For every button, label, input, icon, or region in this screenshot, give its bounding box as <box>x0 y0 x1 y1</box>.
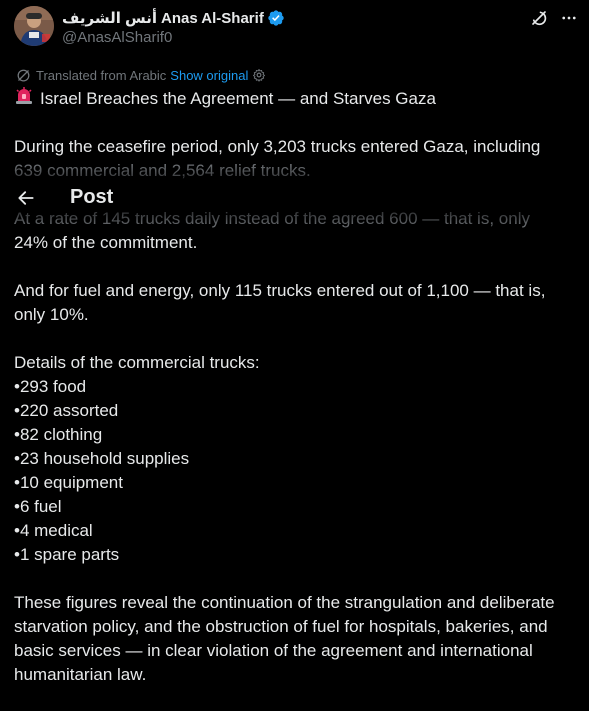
headline-text: Israel Breaches the Agreement — and Star… <box>40 89 436 108</box>
more-dots-icon[interactable] <box>559 8 579 28</box>
avatar-image <box>14 6 54 46</box>
details-heading: Details of the commercial trucks: <box>14 353 260 372</box>
list-item: •293 food <box>14 377 87 396</box>
list-item: •220 assorted <box>14 401 119 420</box>
avatar[interactable] <box>14 6 54 46</box>
gear-icon[interactable] <box>252 68 266 82</box>
grok-icon[interactable] <box>529 8 549 28</box>
translation-notice: Translated from Arabic Show original <box>16 66 266 84</box>
verified-badge-icon <box>268 10 284 26</box>
list-item: •23 household supplies <box>14 449 190 468</box>
paragraph-3: And for fuel and energy, only 115 trucks… <box>14 279 580 327</box>
translate-icon <box>17 69 30 81</box>
list-item: •82 clothing <box>14 425 103 444</box>
details-list: Details of the commercial trucks: •293 f… <box>14 351 580 567</box>
translation-label: Translated from Arabic <box>36 67 167 83</box>
paragraph-2: At a rate of 145 trucks daily instead of… <box>14 207 580 255</box>
author-name-arabic: أنس الشريف <box>62 10 158 27</box>
rotating-light-icon <box>16 87 32 104</box>
post-headline: Israel Breaches the Agreement — and Star… <box>14 86 580 111</box>
closing-line-2: starvation policy, and the obstruction o… <box>14 617 548 636</box>
closing-line-4: humanitarian law. <box>14 665 147 684</box>
list-item: •6 fuel <box>14 497 62 516</box>
arrow-left-icon[interactable] <box>16 188 36 208</box>
list-item: •1 spare parts <box>14 545 120 564</box>
paragraph-1-line-1: During the ceasefire period, only 3,203 … <box>14 137 541 156</box>
closing-line-1: These figures reveal the continuation of… <box>14 593 555 612</box>
show-original-link[interactable]: Show original <box>170 68 248 83</box>
page-title: Post <box>70 186 114 208</box>
author-name[interactable]: أنس الشريف Anas Al-Sharif <box>62 7 285 29</box>
author-name-latin: Anas Al-Sharif <box>161 9 264 27</box>
author-handle[interactable]: @AnasAlSharif0 <box>62 29 172 46</box>
list-item: •10 equipment <box>14 473 123 492</box>
paragraph-2-line-2: 24% of the commitment. <box>14 233 198 252</box>
post-header: Post <box>0 180 589 214</box>
paragraph-1: During the ceasefire period, only 3,203 … <box>14 135 580 183</box>
paragraph-3-line-2: only 10%. <box>14 305 89 324</box>
paragraph-3-line-1: And for fuel and energy, only 115 trucks… <box>14 281 546 300</box>
closing-line-3: basic services — in clear violation of t… <box>14 641 533 660</box>
closing-paragraph: These figures reveal the continuation of… <box>14 591 580 687</box>
list-item: •4 medical <box>14 521 93 540</box>
top-actions <box>529 8 579 28</box>
